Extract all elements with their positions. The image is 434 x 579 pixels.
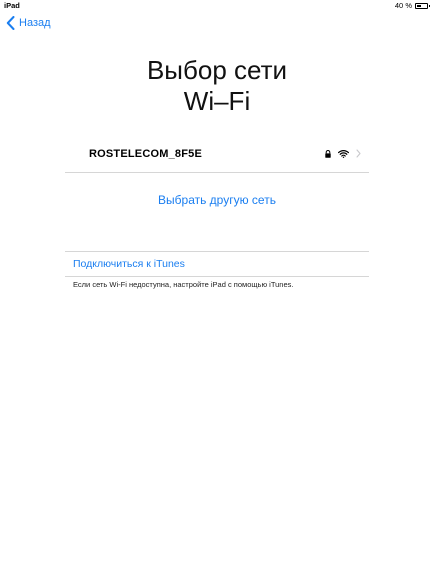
network-status-icons bbox=[325, 149, 361, 158]
page-title-line-2: Wi–Fi bbox=[183, 86, 251, 116]
back-button[interactable]: Назад bbox=[6, 16, 51, 30]
chevron-left-icon bbox=[6, 16, 17, 30]
itunes-note: Если сеть Wi-Fi недоступна, настройте iP… bbox=[73, 280, 294, 289]
battery-percent: 40 % bbox=[394, 1, 412, 10]
lock-icon bbox=[325, 149, 331, 158]
connect-to-itunes-link[interactable]: Подключиться к iTunes bbox=[73, 258, 185, 270]
itunes-section: Подключиться к iTunes bbox=[65, 251, 369, 277]
page-title-line-1: Выбор сети bbox=[146, 55, 288, 85]
page-title: Выбор сети Wi–Fi bbox=[0, 55, 434, 117]
battery-status: 40 % bbox=[394, 0, 430, 12]
status-bar: iPad 40 % bbox=[0, 0, 434, 12]
wifi-icon bbox=[338, 149, 349, 158]
chevron-right-icon bbox=[356, 149, 361, 158]
back-label: Назад bbox=[19, 17, 51, 29]
network-row[interactable]: ROSTELECOM_8F5E bbox=[65, 140, 369, 173]
device-label: iPad bbox=[4, 1, 20, 10]
battery-icon bbox=[415, 3, 430, 9]
network-name: ROSTELECOM_8F5E bbox=[89, 148, 203, 160]
choose-other-network-link[interactable]: Выбрать другую сеть bbox=[0, 193, 434, 207]
